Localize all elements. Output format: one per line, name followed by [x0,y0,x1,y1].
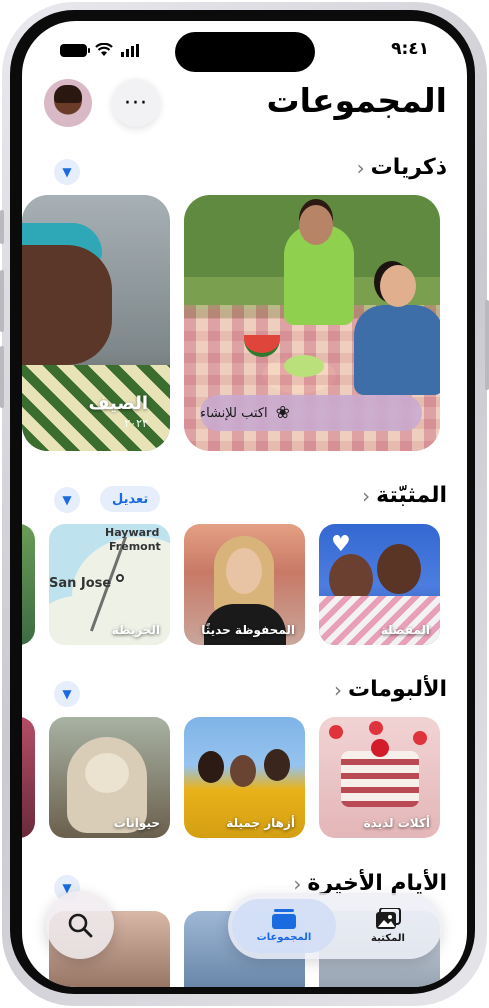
thumb-label: أزهار جميلة [226,816,295,830]
dog-face [85,753,129,793]
tab-label: المكتبة [371,933,405,944]
memory-title: الصيف [88,393,148,414]
album-delicious-food[interactable]: أكلات لذيذة [319,717,440,838]
map-label-fremont: Fremont [109,540,161,553]
collapse-memories-button[interactable]: ▼ [54,159,80,185]
chevron-down-icon: ▼ [62,165,72,179]
section-title: المثبّتة [376,483,447,508]
album-beautiful-flowers[interactable]: أزهار جميلة [184,717,305,838]
cellular-signal-icon [121,43,139,57]
volume-up-button [0,270,4,332]
battery-icon [60,43,90,57]
thumb-label: المحفوظة حديثًا [201,623,295,637]
map-label-san-jose: San Jose [49,576,112,591]
tab-bar: المجموعات المكتبة [228,893,442,959]
chevron-down-icon: ▼ [62,493,72,507]
search-button[interactable] [46,891,114,959]
section-header-pinned[interactable]: المثبّتة ‹ [362,483,447,508]
edit-pinned-button[interactable]: تعديل [100,486,161,512]
thumb-label: حيوانات [113,816,160,830]
pinned-favorites[interactable]: ♥ المفضلة [319,524,440,645]
thumb-label: أكلات لذيذة [363,816,430,830]
ellipsis-icon: ··· [124,90,148,116]
search-icon [68,913,93,938]
section-title: الألبومات [348,677,447,702]
chevron-down-icon: ▼ [62,687,72,701]
album-partial-item[interactable] [22,717,35,838]
cake [341,751,419,807]
create-memory-label: اكتب للإنشاء [200,405,268,421]
pinned-partial-item[interactable] [22,524,35,645]
berry [413,731,427,745]
berry [369,721,383,735]
map-label-hayward: Hayward [105,526,160,539]
volume-down-button [0,346,4,408]
screen: ٩:٤١ ··· المجموعات ذكريات ‹ ▼ ❀ اكتب للإ… [22,21,467,987]
chevron-left-icon: ‹ [356,155,365,180]
map-pin-icon [116,574,124,582]
person-denim [354,305,440,395]
section-header-albums[interactable]: الألبومات ‹ [334,677,447,702]
face [226,548,262,594]
person [198,751,224,783]
heart-icon: ♥ [331,532,351,557]
memory-card-picnic[interactable]: ❀ اكتب للإنشاء [184,195,440,451]
thumb-label: الخريطة [111,623,160,637]
wifi-icon [95,43,113,56]
clothing [319,596,440,645]
album-animals[interactable]: حيوانات [49,717,170,838]
section-header-memories[interactable]: ذكريات ‹ [357,155,447,180]
memory-card-summer[interactable]: الصيف ٢٠٢٢ [22,195,170,451]
person-head [380,265,416,307]
child [377,544,421,594]
memory-subtitle: ٢٠٢٢ [124,417,148,430]
cherry [371,739,389,757]
side-button [485,300,489,390]
action-button [0,210,4,244]
page-title: المجموعات [266,81,447,120]
sparkle-flower-icon: ❀ [275,403,290,423]
tab-label: المجموعات [256,932,312,943]
tab-collections[interactable]: المجموعات [232,899,336,953]
status-time: ٩:٤١ [391,39,429,59]
chevron-left-icon: ‹ [334,677,343,702]
avatar[interactable] [44,79,92,127]
collapse-pinned-button[interactable]: ▼ [54,487,80,513]
pinned-map[interactable]: Hayward Fremont San Jose الخريطة [49,524,170,645]
section-title: ذكريات [370,155,447,180]
person [230,755,256,787]
chevron-left-icon: ‹ [362,483,371,508]
person-head [299,205,333,245]
stacked-collections-icon [272,909,296,929]
tab-library[interactable]: المكتبة [336,899,440,953]
chevron-left-icon: ‹ [293,871,302,896]
collapse-albums-button[interactable]: ▼ [54,681,80,707]
create-memory-button[interactable]: ❀ اكتب للإنشاء [200,395,422,431]
thumb-label: المفضلة [380,623,430,637]
more-button[interactable]: ··· [112,79,160,127]
photo-library-icon [376,908,401,929]
face [22,245,112,365]
pinned-recently-saved[interactable]: المحفوظة حديثًا [184,524,305,645]
dynamic-island [175,32,315,72]
berry [329,725,343,739]
grapes [284,355,324,377]
status-icons [60,43,139,57]
person [264,749,290,781]
